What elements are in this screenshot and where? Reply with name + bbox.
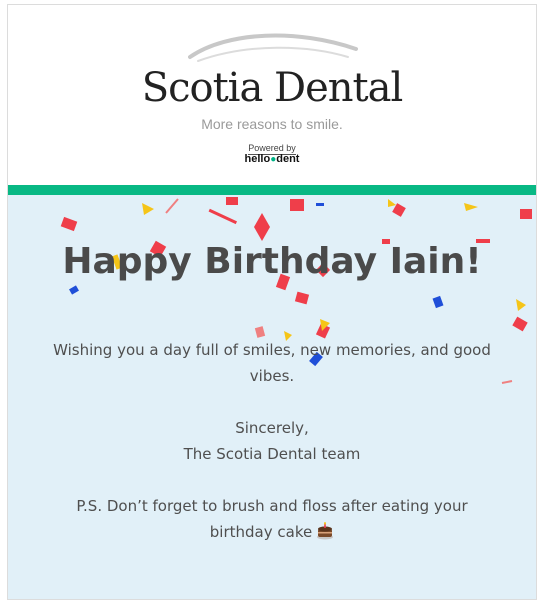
ps-line-2-text: birthday cake xyxy=(209,523,313,541)
wish-line-1: Wishing you a day full of smiles, new me… xyxy=(53,341,491,359)
email-body: Happy Birthday Iain! Wishing you a day f… xyxy=(8,195,536,599)
email-header: Scotia Dental More reasons to smile. Pow… xyxy=(8,5,536,185)
swoosh-icon xyxy=(188,33,358,62)
birthday-headline: Happy Birthday Iain! xyxy=(62,241,482,282)
hellodent-part1: hello xyxy=(244,153,271,165)
brand-tagline: More reasons to smile. xyxy=(201,116,343,132)
accent-divider xyxy=(8,185,536,195)
signature-text: The Scotia Dental team xyxy=(183,445,361,463)
hellodent-part2: dent xyxy=(276,153,300,165)
ps-line-1: P.S. Don’t forget to brush and floss aft… xyxy=(76,497,468,515)
cake-icon xyxy=(317,522,334,540)
ps-line-2: birthday cake xyxy=(48,519,496,545)
email-message: Wishing you a day full of smiles, new me… xyxy=(48,337,496,545)
brand-logo-text: Scotia Dental xyxy=(141,65,404,111)
email-card: Scotia Dental More reasons to smile. Pow… xyxy=(7,4,537,600)
wish-line-2: vibes. xyxy=(249,367,295,385)
hellodent-logo[interactable]: hello●dent xyxy=(8,154,536,165)
signoff-text: Sincerely, xyxy=(235,419,309,437)
